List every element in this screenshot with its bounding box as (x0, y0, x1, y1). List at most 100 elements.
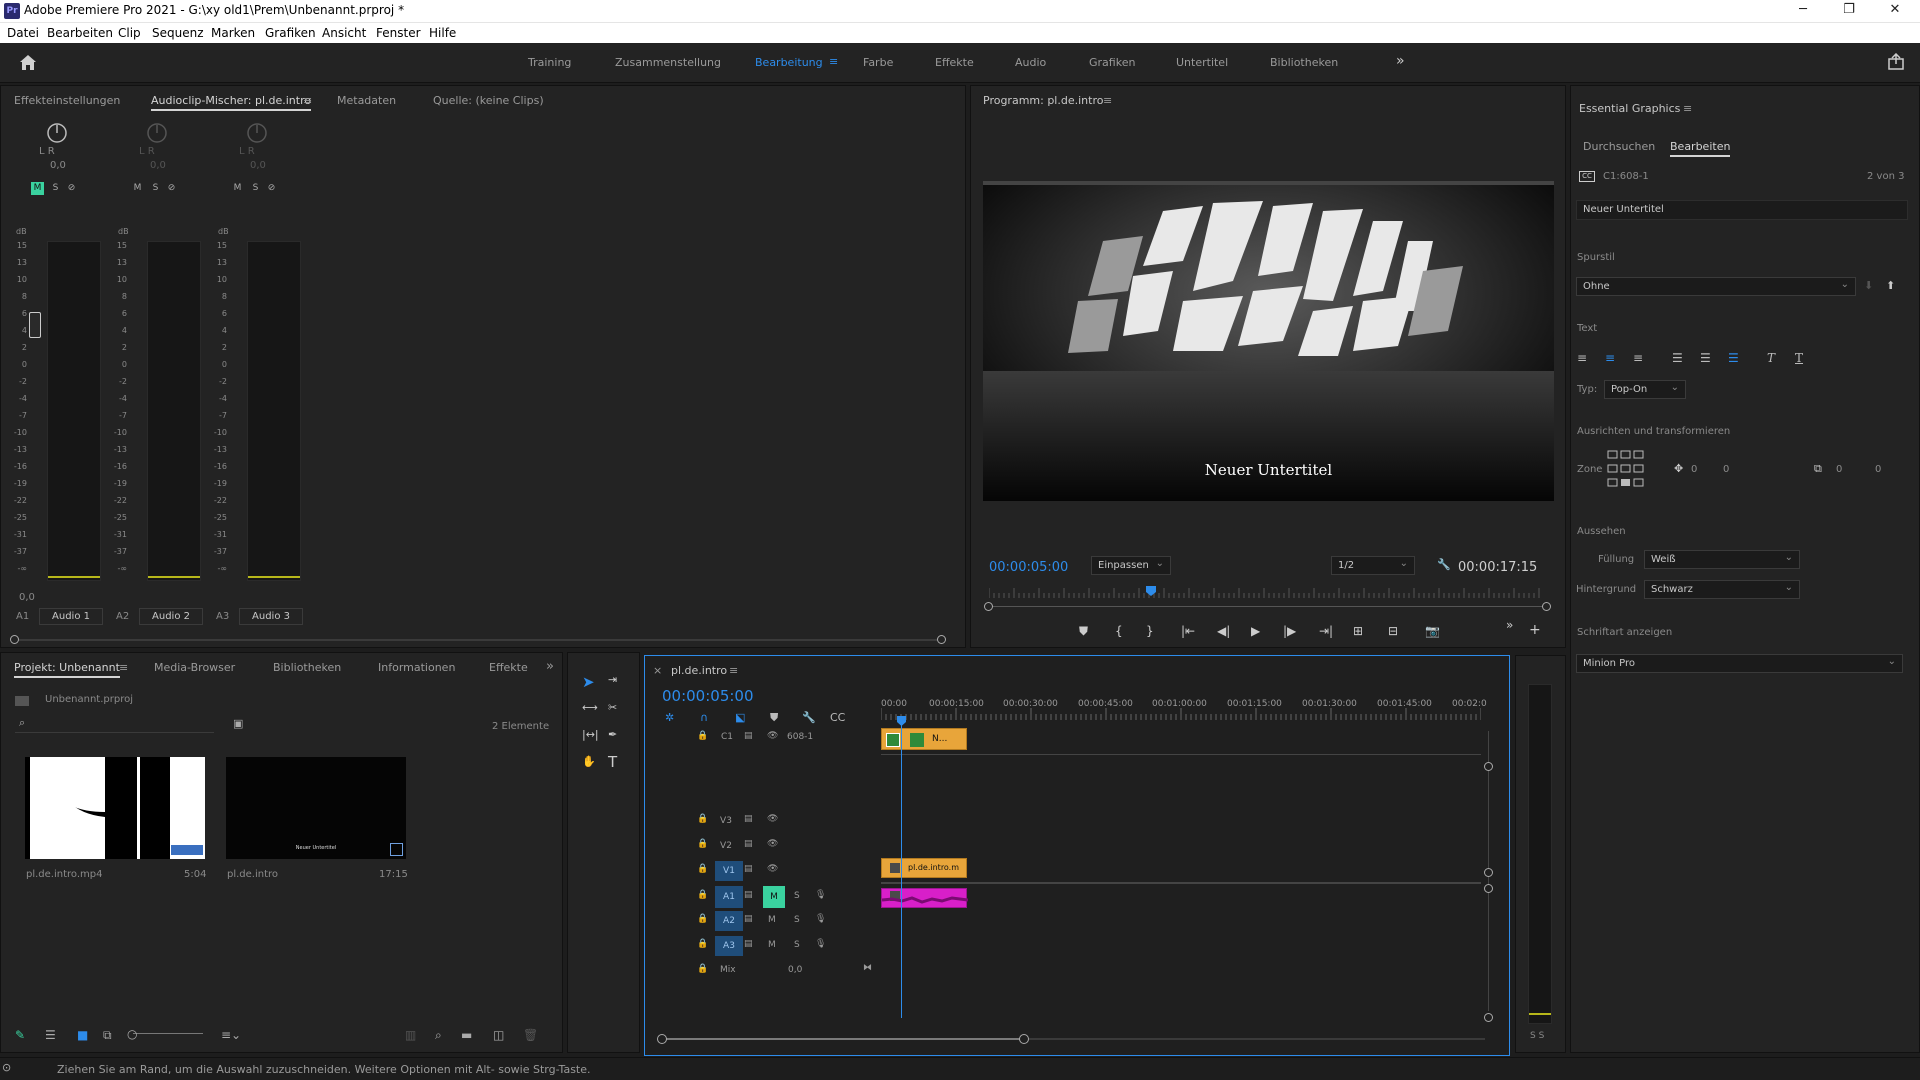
menu-grafiken[interactable]: Grafiken (265, 26, 316, 40)
project-thumbnail[interactable]: Neuer Untertitel (226, 757, 406, 859)
solo-button[interactable]: S (794, 915, 800, 925)
menu-ansicht[interactable]: Ansicht (322, 26, 366, 40)
sync-lock-icon[interactable]: ▤ (744, 939, 753, 949)
program-video-frame[interactable]: Neuer Untertitel (983, 181, 1554, 501)
align-bottom-icon[interactable]: ☰ (1728, 351, 1739, 365)
align-center-icon[interactable]: ≡ (1605, 351, 1615, 365)
tab-effekte[interactable]: Effekte (489, 661, 528, 674)
project-item-name[interactable]: pl.de.intro.mp4 (26, 869, 102, 880)
solo-button[interactable]: S (149, 182, 162, 195)
menu-clip[interactable]: Clip (118, 26, 141, 40)
mute-button[interactable]: M (768, 915, 776, 925)
scroll-handle-bottom[interactable] (1484, 1013, 1493, 1022)
program-playhead[interactable] (1146, 586, 1157, 596)
new-search-bin-icon[interactable]: ▣ (233, 717, 243, 730)
push-style-down-icon[interactable]: ⬇ (1864, 279, 1873, 292)
new-bin-icon[interactable]: ▬ (461, 1028, 472, 1042)
scroll-handle-bottom[interactable] (1484, 868, 1493, 877)
icon-view-icon[interactable]: ■ (77, 1028, 88, 1042)
timeline-timecode[interactable]: 00:00:05:00 (662, 687, 754, 705)
extract-icon[interactable]: ⊟ (1388, 624, 1398, 638)
underline-icon[interactable]: T (1795, 351, 1803, 365)
menu-bearbeiten[interactable]: Bearbeiten (47, 26, 113, 40)
resolution-dropdown[interactable]: 1/2 (1331, 556, 1415, 575)
scroll-handle-left[interactable] (10, 635, 19, 644)
record-button[interactable]: ⊘ (265, 182, 278, 195)
audio-clip[interactable] (881, 888, 968, 908)
track-target-v1[interactable]: V1 (715, 861, 743, 881)
tab-projekt[interactable]: Projekt: Unbenannt (14, 661, 120, 678)
caption-overlay-text[interactable]: Neuer Untertitel (983, 461, 1554, 479)
more-controls-icon[interactable]: » (1506, 618, 1513, 632)
tab-durchsuchen[interactable]: Durchsuchen (1583, 140, 1655, 153)
timeline-scroll-thumb[interactable] (663, 1038, 1025, 1040)
sync-lock-icon[interactable]: ▤ (744, 814, 753, 824)
lock-icon[interactable]: 🔒 (697, 890, 708, 900)
scroll-handle-right[interactable] (937, 635, 946, 644)
tab-media-browser[interactable]: Media-Browser (154, 661, 235, 674)
hand-tool-icon[interactable]: ✋ (582, 755, 596, 768)
microphone-icon[interactable]: 🎙 (815, 939, 826, 949)
essential-graphics-title[interactable]: Essential Graphics (1579, 102, 1680, 115)
track-target-a1[interactable]: A1 (715, 886, 743, 908)
add-marker-icon[interactable]: ⛊ (1079, 624, 1088, 639)
zoom-slider[interactable] (133, 1033, 203, 1034)
mark-in-icon[interactable]: { (1115, 624, 1123, 638)
zoom-handle-left[interactable] (984, 602, 993, 611)
track-target-v3[interactable]: V3 (715, 813, 737, 829)
scroll-handle-top[interactable] (1484, 762, 1493, 771)
sync-lock-icon[interactable]: ▤ (744, 890, 753, 900)
nest-sequence-icon[interactable]: ✲ (665, 711, 674, 724)
align-left-icon[interactable]: ≡ (1577, 351, 1587, 365)
close-tab-icon[interactable]: × (653, 664, 662, 677)
trash-icon[interactable]: 🗑 (523, 1028, 538, 1042)
fill-dropdown[interactable]: Weiß (1644, 550, 1800, 569)
workspace-zusammenstellung[interactable]: Zusammenstellung (615, 56, 721, 69)
solo-button[interactable]: S (794, 940, 800, 950)
position-x[interactable]: 0 (1691, 464, 1697, 475)
add-marker-icon[interactable]: ⛊ (770, 711, 778, 725)
find-icon[interactable]: ⌕ (435, 1028, 442, 1043)
pan-knob-icon[interactable] (146, 122, 168, 144)
tab-audioclip-mischer[interactable]: Audioclip-Mischer: pl.de.intro (151, 94, 312, 111)
project-thumbnail[interactable] (25, 757, 205, 859)
program-scrubber[interactable] (989, 586, 1549, 600)
position-y[interactable]: 0 (1723, 464, 1729, 475)
caption-text-field[interactable]: Neuer Untertitel (1576, 200, 1908, 220)
zoom-handle-right[interactable] (1019, 1034, 1029, 1044)
mark-out-icon[interactable]: } (1146, 624, 1154, 638)
mute-button[interactable]: M (231, 182, 244, 195)
mute-button[interactable]: M (763, 886, 785, 908)
audio-vertical-scrollbar[interactable] (1488, 886, 1489, 1011)
italic-icon[interactable]: T (1767, 351, 1775, 365)
workspace-bearbeitung[interactable]: Bearbeitung (755, 56, 823, 69)
panel-menu-icon[interactable]: ≡ (1683, 102, 1692, 115)
list-view-icon[interactable]: ☰ (45, 1028, 56, 1042)
microphone-icon[interactable]: 🎙 (815, 890, 826, 900)
size-y[interactable]: 0 (1875, 464, 1881, 475)
step-back-icon[interactable]: ◀| (1217, 624, 1230, 638)
menu-hilfe[interactable]: Hilfe (429, 26, 456, 40)
program-timecode[interactable]: 00:00:05:00 (989, 560, 1068, 575)
solo-button[interactable]: S (794, 891, 800, 901)
caption-type-dropdown[interactable]: Pop-On (1604, 380, 1686, 399)
zoom-handle-right[interactable] (1542, 602, 1551, 611)
volume-fader[interactable] (29, 312, 41, 338)
ripple-edit-tool-icon[interactable]: ⟷ (582, 701, 598, 714)
video-vertical-scrollbar[interactable] (1488, 731, 1489, 886)
workspace-overflow-button[interactable]: » (1396, 53, 1405, 69)
microphone-icon[interactable]: 🎙 (815, 914, 826, 924)
automate-icon[interactable]: ▥ (405, 1028, 416, 1042)
meter-solo-labels[interactable]: S S (1530, 1031, 1544, 1041)
menu-marken[interactable]: Marken (211, 26, 255, 40)
freeform-view-icon[interactable]: ⧉ (103, 1028, 112, 1043)
pen-tool-icon[interactable]: ✒ (608, 728, 617, 741)
horizontal-scrollbar[interactable] (11, 639, 941, 641)
share-icon[interactable] (1887, 53, 1905, 71)
tab-metadaten[interactable]: Metadaten (337, 94, 396, 107)
workspace-menu-icon[interactable]: ≡ (829, 55, 838, 68)
play-icon[interactable]: ▶ (1251, 624, 1260, 638)
go-to-in-icon[interactable]: |⇤ (1181, 624, 1195, 638)
zoom-handle-left[interactable] (657, 1034, 667, 1044)
timeline-tab[interactable]: pl.de.intro (671, 664, 727, 677)
